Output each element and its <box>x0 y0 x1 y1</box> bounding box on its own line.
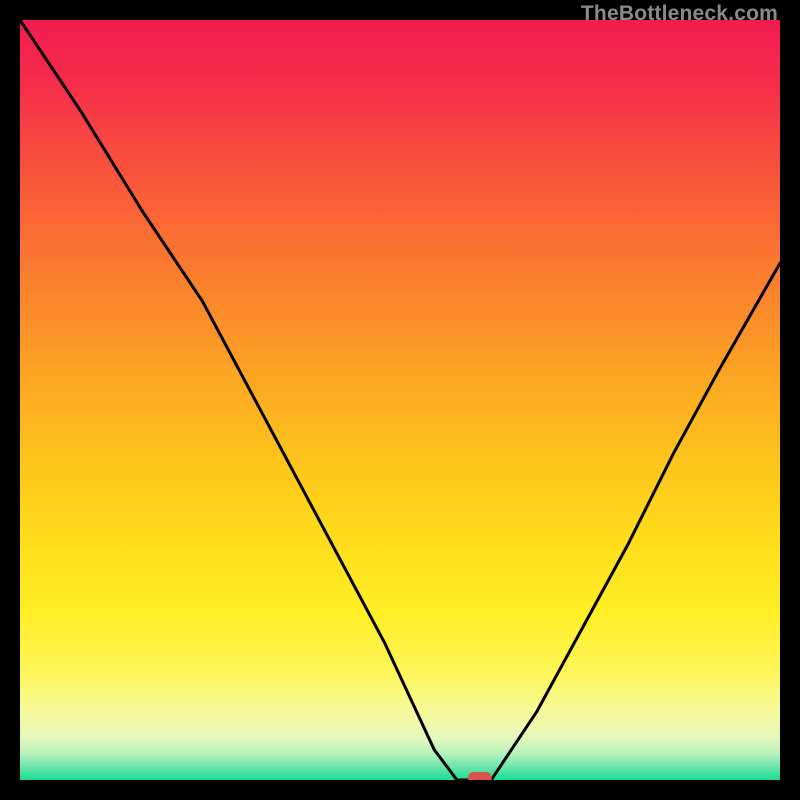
bottleneck-chart <box>20 20 780 780</box>
watermark-text: TheBottleneck.com <box>581 2 778 26</box>
optimal-point-marker <box>468 772 492 780</box>
gradient-background <box>20 20 780 780</box>
chart-frame <box>20 20 780 780</box>
